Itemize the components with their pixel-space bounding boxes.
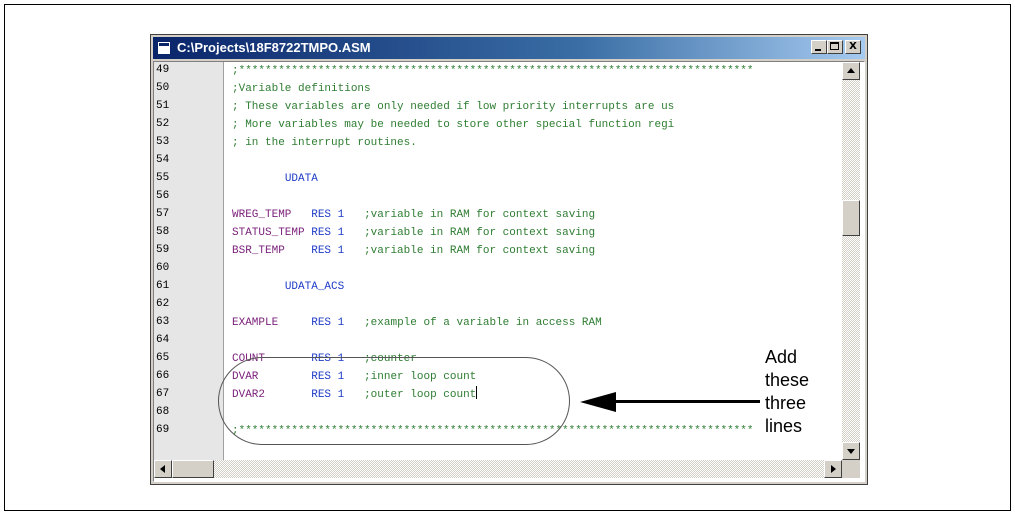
code-line[interactable]: BSR_TEMP RES 1 ;variable in RAM for cont… [232,242,595,260]
code-label: EXAMPLE [232,317,279,329]
code-line[interactable]: ;***************************************… [232,62,754,80]
file-icon [157,41,171,55]
annotation-line: these [765,370,810,390]
scroll-left-button[interactable] [154,460,172,478]
line-number: 69 [156,424,170,436]
minimize-button[interactable] [811,40,827,54]
line-number: 64 [156,334,170,346]
code-directive: RES 1 [311,317,345,329]
code-line[interactable]: ; More variables may be needed to store … [232,116,674,134]
line-number: 67 [156,388,170,400]
line-number: 54 [156,154,170,166]
code-label: STATUS_TEMP [232,227,305,239]
code-comment: ;variable in RAM for context saving [364,209,596,221]
line-number: 50 [156,82,170,94]
annotation-text: Add these three lines [765,346,821,438]
scroll-right-button[interactable] [824,460,842,478]
code-line[interactable]: STATUS_TEMP RES 1 ;variable in RAM for c… [232,224,595,242]
line-number-gutter: 49 50 51 52 53 54 55 56 57 58 59 60 61 62 63 64 65 66 67 68… [154,62,224,460]
title-bar[interactable]: C:\Projects\18F8722TMPO.ASM X [153,37,865,59]
line-number: 53 [156,136,170,148]
horizontal-scroll-thumb[interactable] [172,460,214,478]
code-line[interactable]: ; These variables are only needed if low… [232,98,674,116]
code-comment: ;***************************************… [232,65,754,77]
code-line[interactable]: UDATA [232,170,318,188]
up-arrow-icon [847,68,855,73]
code-line[interactable]: EXAMPLE RES 1 ;example of a variable in … [232,314,602,332]
line-number: 60 [156,262,170,274]
line-number: 68 [156,406,170,418]
line-number: 62 [156,298,170,310]
code-line[interactable]: ; in the interrupt routines. [232,134,417,152]
code-directive: RES 1 [311,245,345,257]
annotation-line: lines [765,416,803,436]
arrow-shaft [614,400,760,403]
vertical-scrollbar[interactable] [842,62,860,460]
code-directive: UDATA_ACS [284,281,345,293]
code-line[interactable]: WREG_TEMP RES 1 ;variable in RAM for con… [232,206,595,224]
scrollbar-corner [842,460,860,478]
left-arrow-icon [160,465,165,473]
down-arrow-icon [847,449,855,454]
close-button[interactable]: X [845,40,861,54]
line-number: 58 [156,226,170,238]
line-number: 66 [156,370,170,382]
line-number: 56 [156,190,170,202]
line-number: 52 [156,118,170,130]
code-comment: ;variable in RAM for context saving [364,245,596,257]
highlight-oval [218,357,570,445]
code-comment: ; More variables may be needed to store … [232,119,675,131]
code-label: BSR_TEMP [232,245,285,257]
line-number: 59 [156,244,170,256]
scroll-down-button[interactable] [842,442,860,460]
line-number: 63 [156,316,170,328]
right-arrow-icon [831,465,836,473]
line-number: 61 [156,280,170,292]
line-number: 57 [156,208,170,220]
scroll-up-button[interactable] [842,62,860,80]
code-comment: ; in the interrupt routines. [232,137,417,149]
horizontal-scrollbar[interactable] [154,460,842,478]
line-number: 55 [156,172,170,184]
code-directive: RES 1 [311,227,345,239]
line-number: 65 [156,352,170,364]
callout-arrow-icon [580,392,760,412]
window-title: C:\Projects\18F8722TMPO.ASM [177,40,371,55]
line-number: 51 [156,100,170,112]
code-comment: ;variable in RAM for context saving [364,227,596,239]
vertical-scroll-thumb[interactable] [842,200,860,236]
arrow-head [580,392,616,412]
code-comment: ;example of a variable in access RAM [364,317,602,329]
code-line[interactable]: ;Variable definitions [232,80,371,98]
maximize-button[interactable] [827,40,843,54]
annotation-line: Add [765,347,798,367]
annotation-line: three [765,393,807,413]
code-label: WREG_TEMP [232,209,292,221]
code-comment: ; These variables are only needed if low… [232,101,675,113]
code-directive: UDATA [284,173,318,185]
code-line[interactable]: UDATA_ACS [232,278,344,296]
line-number: 49 [156,64,170,76]
code-comment: ;Variable definitions [232,83,371,95]
code-directive: RES 1 [311,209,345,221]
